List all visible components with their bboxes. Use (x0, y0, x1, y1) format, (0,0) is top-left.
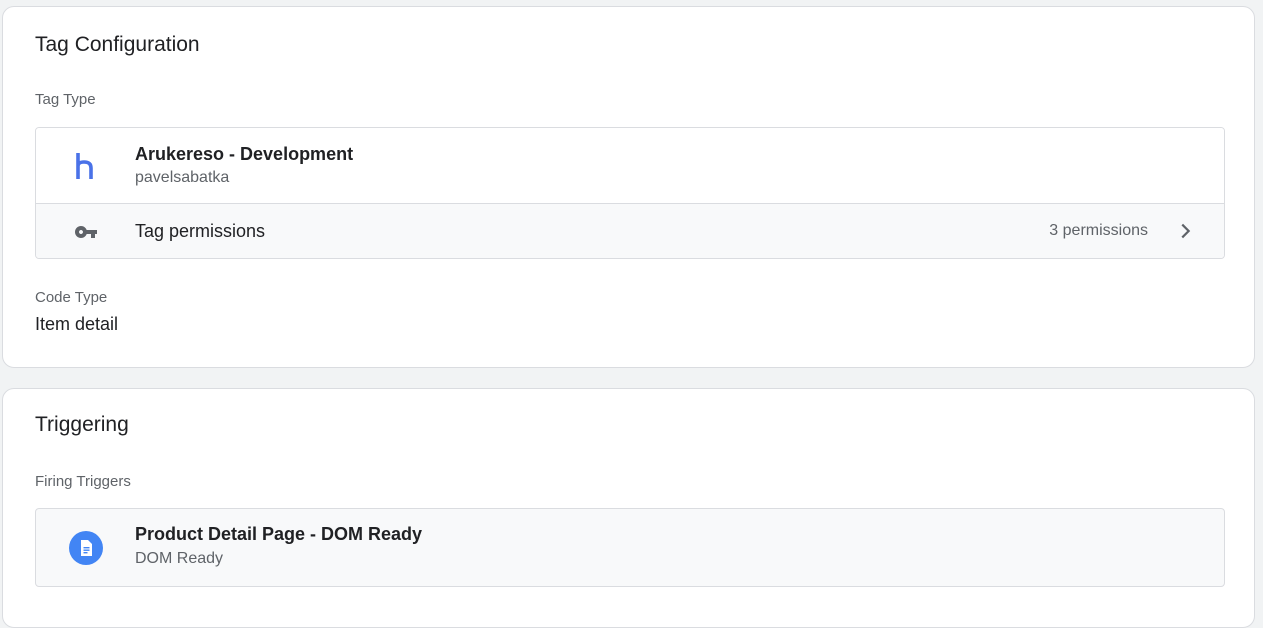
chevron-right-icon (1174, 220, 1196, 242)
tag-type-name: Arukereso - Development (135, 144, 354, 164)
h-letter-icon (68, 148, 104, 184)
key-icon (68, 214, 104, 250)
firing-triggers-label: Firing Triggers (35, 473, 131, 490)
permissions-count: 3 permissions (1049, 222, 1148, 239)
triggering-title: Triggering (35, 413, 129, 436)
tag-type-label: Tag Type (35, 91, 96, 108)
tag-configuration-title: Tag Configuration (35, 33, 200, 56)
tag-permissions-label: Tag permissions (135, 221, 266, 241)
tag-configuration-card: Tag Configuration Tag Type Arukereso - D… (2, 6, 1255, 368)
page-document-icon (68, 530, 104, 566)
trigger-type: DOM Ready (135, 550, 224, 567)
tag-type-box: Arukereso - Development pavelsabatka Tag… (35, 127, 1225, 259)
code-type-value: Item detail (35, 314, 119, 334)
tag-permissions-row[interactable]: Tag permissions 3 permissions (36, 204, 1224, 258)
firing-trigger-item[interactable]: Product Detail Page - DOM Ready DOM Read… (35, 508, 1225, 587)
trigger-name: Product Detail Page - DOM Ready (135, 524, 423, 544)
code-type-label: Code Type (35, 289, 108, 306)
tag-type-author: pavelsabatka (135, 169, 230, 186)
triggering-card: Triggering Firing Triggers Product Detai… (2, 388, 1255, 628)
tag-type-row[interactable]: Arukereso - Development pavelsabatka (36, 128, 1224, 204)
